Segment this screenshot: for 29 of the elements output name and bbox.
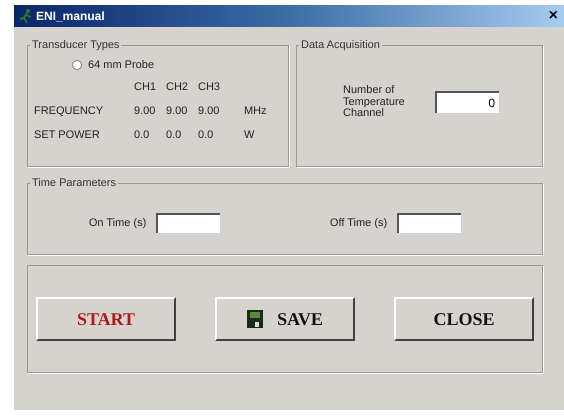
start-button[interactable]: START <box>36 297 176 341</box>
field-label: Off Time (s) <box>330 217 388 229</box>
input-field[interactable] <box>397 213 462 233</box>
unit-text: W <box>243 129 256 141</box>
column-header: CH2 <box>166 81 190 93</box>
save-button[interactable]: SAVE <box>215 297 355 341</box>
value-text: 0.0 <box>166 129 182 141</box>
field-label: On Time (s) <box>88 217 146 229</box>
input-field[interactable] <box>156 213 220 233</box>
radio-option[interactable]: 64 mm Probe <box>72 59 282 71</box>
column-header: CH3 <box>198 81 222 93</box>
row-label: FREQUENCY <box>34 105 104 117</box>
value-text: 9.00 <box>166 105 188 117</box>
input-field[interactable]: 0 <box>435 91 499 114</box>
value-text: 0.0 <box>198 129 214 141</box>
column-header: CH1 <box>134 81 158 93</box>
group-title: Data Acquisition <box>300 39 381 51</box>
row-label: SET POWER <box>34 129 101 141</box>
unit-text: MHz <box>243 105 268 117</box>
window-title: ENI_manual <box>36 9 105 23</box>
figure-icon <box>18 8 34 24</box>
group-title: Time Parameters <box>31 177 117 189</box>
value-text: 0.0 <box>134 129 150 141</box>
group-title: Transducer Types <box>31 39 120 51</box>
close-button[interactable]: × <box>546 7 560 25</box>
value-text: 9.00 <box>198 105 220 117</box>
field-label: Number of Temperature Channel <box>343 85 406 120</box>
value-text: 9.00 <box>134 105 156 117</box>
close-button[interactable]: CLOSE <box>394 297 534 341</box>
